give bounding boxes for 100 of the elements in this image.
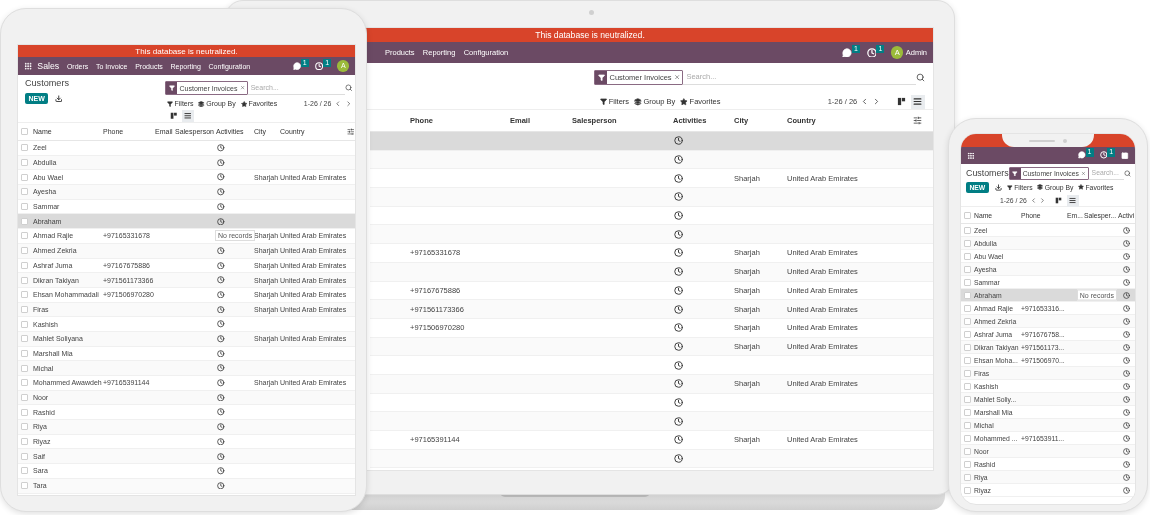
row-checkbox[interactable]	[964, 395, 971, 403]
clock-icon[interactable]	[674, 211, 683, 221]
clock-icon[interactable]	[1123, 473, 1130, 481]
clock-icon[interactable]	[217, 452, 225, 461]
clock-icon[interactable]	[217, 173, 225, 181]
download-button[interactable]	[54, 94, 63, 103]
clock-icon[interactable]	[1123, 304, 1130, 312]
panel-icon[interactable]	[1121, 151, 1129, 160]
clock-icon[interactable]	[217, 408, 225, 416]
apps-menu-icon[interactable]	[967, 151, 975, 160]
row-checkbox[interactable]	[21, 438, 28, 446]
clock-icon[interactable]	[674, 397, 683, 407]
row-checkbox[interactable]	[21, 188, 28, 196]
row-checkbox[interactable]	[21, 349, 28, 357]
row-checkbox[interactable]	[964, 265, 971, 273]
row-checkbox[interactable]	[21, 261, 28, 269]
column-settings-icon[interactable]	[913, 116, 922, 125]
clock-icon[interactable]	[674, 155, 683, 165]
clock-icon[interactable]	[1123, 278, 1130, 286]
clock-icon[interactable]	[217, 305, 225, 314]
row-checkbox[interactable]	[964, 434, 971, 442]
clock-icon[interactable]	[217, 467, 225, 475]
next-button[interactable]	[344, 100, 352, 108]
clock-icon[interactable]	[1123, 447, 1130, 455]
row-checkbox[interactable]	[21, 467, 28, 475]
clock-icon[interactable]	[217, 437, 225, 446]
clock-icon[interactable]	[1123, 356, 1130, 364]
row-checkbox[interactable]	[21, 232, 28, 240]
clock-icon[interactable]	[674, 229, 683, 239]
row-checkbox[interactable]	[21, 305, 28, 313]
row-checkbox[interactable]	[21, 394, 28, 402]
clock-icon[interactable]	[217, 158, 225, 167]
clock-icon[interactable]	[1123, 395, 1130, 403]
row-checkbox[interactable]	[21, 320, 28, 328]
clock-icon[interactable]	[1123, 330, 1130, 338]
row-checkbox[interactable]	[21, 247, 28, 255]
clock-icon[interactable]	[674, 304, 683, 314]
clock-icon[interactable]	[1123, 317, 1130, 325]
view-switch-button[interactable]	[910, 94, 925, 109]
clock-icon[interactable]	[674, 285, 683, 295]
chat-icon[interactable]	[1077, 151, 1086, 160]
row-checkbox[interactable]	[964, 304, 971, 312]
clock-icon[interactable]	[217, 393, 225, 402]
row-checkbox[interactable]	[964, 369, 971, 377]
clock-icon[interactable]	[1123, 408, 1130, 416]
clock-icon[interactable]	[1123, 460, 1130, 468]
row-checkbox[interactable]	[21, 482, 28, 490]
clock-icon[interactable]	[1123, 434, 1130, 442]
row-checkbox[interactable]	[964, 356, 971, 364]
search-button[interactable]	[1124, 169, 1131, 177]
clock-icon[interactable]	[1123, 252, 1130, 260]
row-checkbox[interactable]	[21, 217, 28, 225]
clock-icon[interactable]	[674, 416, 683, 426]
row-checkbox[interactable]	[21, 335, 28, 343]
row-checkbox[interactable]	[21, 364, 28, 372]
clock-icon[interactable]	[217, 423, 225, 431]
clock-icon[interactable]	[674, 267, 683, 277]
row-checkbox[interactable]	[964, 382, 971, 390]
chat-icon[interactable]	[842, 47, 852, 58]
clock-icon[interactable]	[1123, 421, 1130, 429]
row-checkbox[interactable]	[964, 317, 971, 325]
column-settings-icon[interactable]	[347, 127, 355, 136]
row-checkbox[interactable]	[964, 291, 971, 299]
clock-icon[interactable]	[1123, 382, 1130, 390]
row-checkbox[interactable]	[964, 239, 971, 247]
clock-icon[interactable]	[674, 341, 683, 351]
view-switch-button[interactable]	[181, 109, 194, 122]
previous-button[interactable]	[334, 100, 342, 108]
row-checkbox[interactable]	[964, 486, 971, 494]
row-checkbox[interactable]	[21, 159, 28, 167]
download-button[interactable]	[994, 183, 1002, 191]
clock-icon[interactable]	[1123, 369, 1130, 377]
clock-icon[interactable]	[217, 320, 225, 328]
select-all-checkbox[interactable]	[964, 211, 971, 219]
clock-icon[interactable]	[1123, 486, 1130, 494]
row-checkbox[interactable]	[964, 473, 971, 481]
next-button[interactable]	[1039, 197, 1047, 205]
apps-menu-icon[interactable]	[24, 61, 33, 71]
row-checkbox[interactable]	[964, 226, 971, 234]
clock-icon[interactable]	[674, 173, 683, 183]
row-checkbox[interactable]	[964, 421, 971, 429]
clock-icon[interactable]	[674, 379, 683, 389]
select-all-checkbox[interactable]	[21, 128, 28, 135]
row-checkbox[interactable]	[21, 173, 28, 181]
row-checkbox[interactable]	[21, 291, 28, 299]
clock-icon[interactable]	[217, 276, 225, 284]
row-checkbox[interactable]	[21, 452, 28, 460]
clock-icon[interactable]	[1123, 265, 1130, 273]
row-checkbox[interactable]	[964, 252, 971, 260]
clock-icon[interactable]	[217, 261, 225, 270]
clock-icon[interactable]	[217, 481, 225, 490]
row-checkbox[interactable]	[21, 408, 28, 416]
clock-icon[interactable]	[217, 290, 225, 299]
clock-icon[interactable]	[217, 144, 225, 152]
row-checkbox[interactable]	[964, 278, 971, 286]
clock-icon[interactable]	[217, 202, 225, 211]
search-button[interactable]	[344, 84, 352, 92]
clock-icon[interactable]	[674, 248, 683, 258]
clock-icon[interactable]	[1123, 239, 1130, 247]
clock-icon[interactable]	[217, 335, 225, 343]
